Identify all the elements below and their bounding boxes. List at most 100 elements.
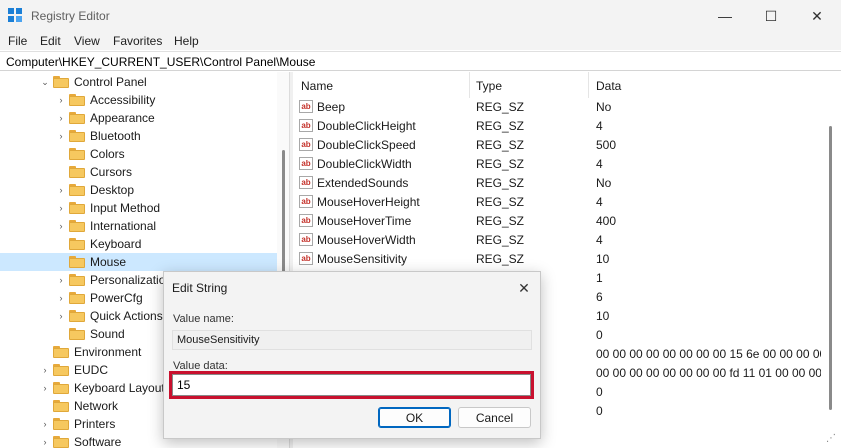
tree-item-label: Keyboard [90,237,142,251]
chevron-right-icon[interactable]: › [56,95,66,105]
tree-item[interactable]: › International [0,217,277,235]
minimize-button[interactable]: — [702,0,748,32]
folder-icon [69,238,85,250]
chevron-right-icon[interactable]: › [40,437,50,447]
value-data-cell: 4 [596,195,603,209]
tree-item-label: Bluetooth [90,129,141,143]
tree-item-label: Network [74,399,119,413]
menu-help[interactable]: Help [174,34,199,48]
value-row[interactable]: ab DoubleClickWidth REG_SZ 4 [293,154,821,173]
tree-item[interactable]: › Accessibility [0,91,277,109]
chevron-right-icon[interactable]: › [56,293,66,303]
chevron-right-icon[interactable]: › [56,203,66,213]
tree-item[interactable]: ⌄ Control Panel [0,73,277,91]
resize-grip-icon[interactable]: ⋰ [826,433,838,445]
tree-item-label: Control Panel [74,75,147,89]
value-name-cell: MouseSensitivity [317,252,408,266]
address-bar[interactable]: Computer\HKEY_CURRENT_USER\Control Panel… [0,51,841,71]
value-name-cell: MouseHoverHeight [317,195,420,209]
value-name-cell: MouseHoverTime [317,214,412,228]
tree-item[interactable]: Mouse [0,253,277,271]
close-button[interactable]: ✕ [794,0,840,32]
folder-icon [69,148,85,160]
ok-button[interactable]: OK [378,407,451,428]
list-scrollbar[interactable] [821,72,841,448]
menu-file[interactable]: File [8,34,27,48]
chevron-right-icon[interactable]: › [56,221,66,231]
tree-item-label: Appearance [90,111,155,125]
folder-icon [53,400,69,412]
tree-item[interactable]: › Appearance [0,109,277,127]
folder-icon [53,364,69,376]
chevron-right-icon[interactable]: › [56,311,66,321]
chevron-down-icon[interactable]: ⌄ [40,77,50,87]
value-row[interactable]: ab DoubleClickHeight REG_SZ 4 [293,116,821,135]
folder-icon [69,310,85,322]
tree-item[interactable]: Keyboard [0,235,277,253]
tree-item-label: International [90,219,157,233]
maximize-button[interactable]: ☐ [748,0,794,32]
value-data-input[interactable] [169,371,534,399]
chevron-right-icon[interactable]: › [40,419,50,429]
value-row[interactable]: ab MouseHoverHeight REG_SZ 4 [293,192,821,211]
tree-item[interactable]: › Bluetooth [0,127,277,145]
chevron-right-icon[interactable]: › [56,275,66,285]
value-type-cell: REG_SZ [476,138,525,152]
column-divider[interactable] [469,72,470,98]
chevron-right-icon[interactable]: › [40,365,50,375]
value-name-cell: DoubleClickWidth [317,157,412,171]
string-value-icon: ab [299,195,313,208]
tree-item[interactable]: › Input Method [0,199,277,217]
chevron-right-icon[interactable]: › [56,131,66,141]
value-type-cell: REG_SZ [476,214,525,228]
column-name-header[interactable]: Name [301,79,333,93]
list-header: Name Type Data [293,72,821,98]
folder-icon [69,328,85,340]
tree-item[interactable]: › Desktop [0,181,277,199]
string-value-icon: ab [299,119,313,132]
tree-item-label: EUDC [74,363,109,377]
folder-icon [69,274,85,286]
folder-icon [53,346,69,358]
column-type-header[interactable]: Type [476,79,502,93]
string-value-icon: ab [299,176,313,189]
menu-bar: File Edit View Favorites Help [0,32,841,50]
value-name-cell: MouseHoverWidth [317,233,416,247]
folder-icon [69,292,85,304]
menu-edit[interactable]: Edit [40,34,61,48]
value-data-cell: No [596,100,612,114]
value-data-cell: 4 [596,157,603,171]
tree-item-label: Quick Actions [90,309,163,323]
tree-item-label: Keyboard Layout [74,381,165,395]
menu-view[interactable]: View [74,34,100,48]
dialog-close-button[interactable]: ✕ [510,276,538,300]
value-row[interactable]: ab MouseHoverWidth REG_SZ 4 [293,230,821,249]
value-row[interactable]: ab DoubleClickSpeed REG_SZ 500 [293,135,821,154]
chevron-right-icon[interactable]: › [40,383,50,393]
menu-favorites[interactable]: Favorites [113,34,162,48]
title-bar: Registry Editor — ☐ ✕ [0,0,841,32]
value-name-label: Value name: [173,313,234,325]
value-row[interactable]: ab ExtendedSounds REG_SZ No [293,173,821,192]
chevron-right-icon[interactable]: › [56,113,66,123]
folder-icon [69,256,85,268]
value-row[interactable]: ab MouseSensitivity REG_SZ 10 [293,249,821,268]
column-data-header[interactable]: Data [596,79,621,93]
value-data-label: Value data: [173,360,228,372]
value-type-cell: REG_SZ [476,195,525,209]
column-divider[interactable] [588,72,589,98]
tree-item[interactable]: Cursors [0,163,277,181]
value-data-cell: 4 [596,233,603,247]
value-data-cell: 0 [596,404,603,418]
value-row[interactable]: ab MouseHoverTime REG_SZ 400 [293,211,821,230]
tree-item[interactable]: Colors [0,145,277,163]
scrollbar-thumb[interactable] [829,126,832,410]
string-value-icon: ab [299,138,313,151]
value-data-cell: 500 [596,138,617,152]
chevron-right-icon[interactable]: › [56,185,66,195]
cancel-button[interactable]: Cancel [458,407,531,428]
value-data-cell: 0 [596,385,603,399]
value-type-cell: REG_SZ [476,252,525,266]
value-row[interactable]: ab Beep REG_SZ No [293,97,821,116]
value-name-cell: ExtendedSounds [317,176,409,190]
